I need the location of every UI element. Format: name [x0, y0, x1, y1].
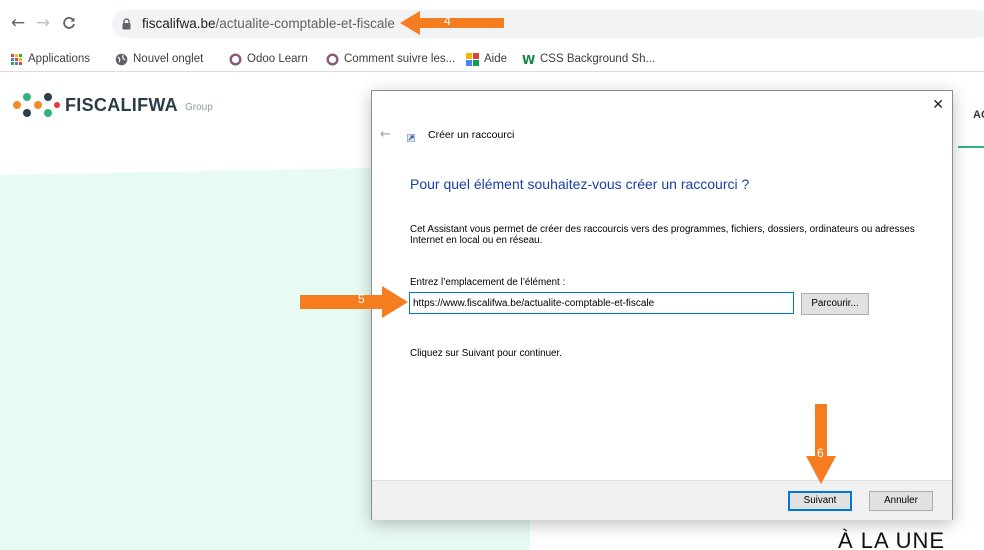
annotation-arrow-5	[300, 286, 408, 318]
apps-grid-icon	[11, 53, 22, 65]
back-arrow-icon[interactable]: ←	[380, 127, 391, 142]
arrow-left-icon[interactable]: ←	[8, 13, 28, 33]
annotation-label-5: 5	[358, 292, 365, 306]
cancel-button[interactable]: Annuler	[869, 491, 933, 511]
fiscalifwa-logo-icon	[13, 93, 60, 117]
bookmark-label: Aide	[484, 53, 508, 65]
bookmark-label: Nouvel onglet	[133, 53, 204, 65]
next-button[interactable]: Suivant	[788, 491, 852, 511]
site-logo[interactable]: FISCALIFWA Group	[12, 91, 213, 119]
location-input[interactable]	[409, 292, 794, 314]
bookmark-label: Applications	[28, 53, 91, 65]
bookmark-comment-suivre[interactable]: Comment suivre les...	[326, 50, 455, 68]
globe-icon	[115, 53, 128, 65]
svg-text:W: W	[522, 53, 535, 66]
close-icon[interactable]: ✕	[932, 97, 944, 113]
bookmark-aide[interactable]: Aide	[466, 50, 507, 68]
bookmark-label: CSS Background Sh...	[540, 53, 656, 65]
address-bar[interactable]: fiscalifwa.be/actualite-comptable-et-fis…	[112, 10, 984, 38]
bookmark-applications[interactable]: Applications	[10, 50, 90, 68]
bookmarks-bar: Applications Nouvel onglet Odoo Learn Co…	[0, 46, 984, 72]
annotation-arrow-4	[400, 11, 504, 35]
nav-underline	[958, 146, 984, 148]
bookmark-odoo-learn[interactable]: Odoo Learn	[229, 50, 308, 68]
dialog-description: Cet Assistant vous permet de créer des r…	[410, 224, 915, 246]
annotation-label-4: 4	[444, 14, 451, 28]
reload-icon[interactable]	[59, 13, 79, 33]
section-heading: À LA UNE	[838, 528, 946, 550]
odoo-icon	[326, 52, 339, 66]
url-text: fiscalifwa.be/actualite-comptable-et-fis…	[142, 16, 395, 31]
lock-icon	[122, 18, 131, 30]
url-domain: fiscalifwa.be	[142, 16, 216, 31]
annotation-arrow-6	[806, 404, 836, 484]
arrow-right-icon[interactable]: →	[33, 13, 53, 33]
continue-hint: Cliquez sur Suivant pour continuer.	[410, 348, 562, 359]
w-icon: W	[522, 53, 535, 66]
dialog-footer: Suivant Annuler	[372, 480, 952, 520]
bookmark-nouvel-onglet[interactable]: Nouvel onglet	[115, 50, 203, 68]
logo-text: FISCALIFWA	[65, 94, 178, 115]
shortcut-icon	[407, 134, 415, 142]
annotation-label-6: 6	[817, 446, 824, 460]
dialog-title: Créer un raccourci	[428, 129, 515, 141]
bookmark-css-background[interactable]: W CSS Background Sh...	[522, 50, 655, 68]
logo-sub: Group	[185, 102, 213, 113]
location-label: Entrez l’emplacement de l’élément :	[410, 277, 566, 288]
aide-icon	[466, 52, 479, 66]
dialog-heading: Pour quel élément souhaitez-vous créer u…	[410, 176, 750, 192]
odoo-icon	[229, 52, 242, 66]
create-shortcut-dialog: ✕ ← Créer un raccourci Pour quel élément…	[371, 90, 953, 520]
bookmark-label: Odoo Learn	[247, 53, 308, 65]
bookmark-label: Comment suivre les...	[344, 53, 456, 65]
nav-item-partial[interactable]: AC	[973, 109, 984, 121]
url-path: /actualite-comptable-et-fiscale	[215, 16, 395, 31]
browse-button[interactable]: Parcourir...	[801, 293, 869, 315]
